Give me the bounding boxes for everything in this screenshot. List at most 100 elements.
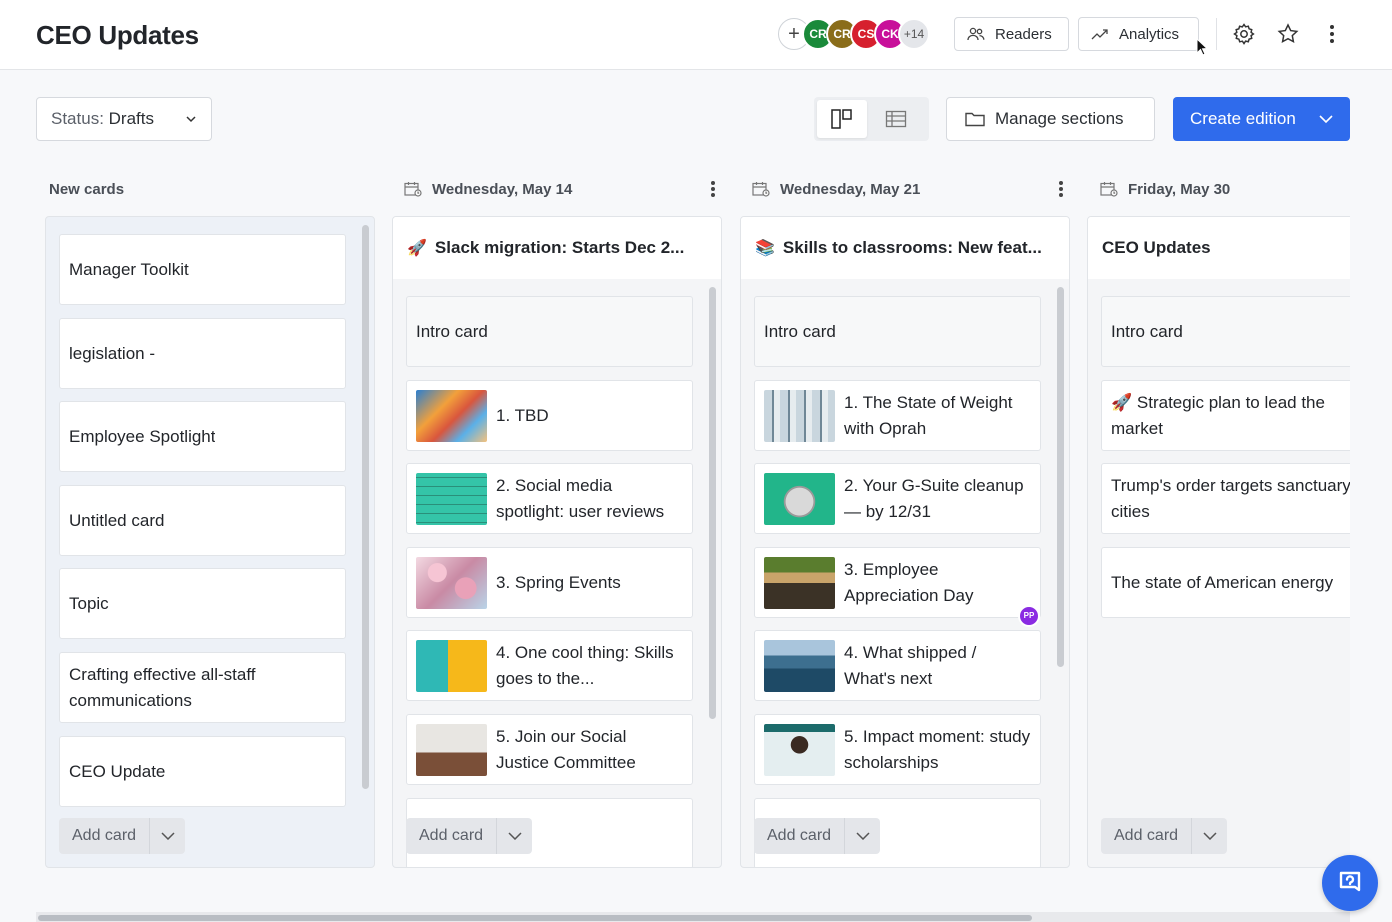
column-scrollbar[interactable] <box>709 287 716 719</box>
card[interactable]: 2. Social media spotlight: user reviews <box>406 463 693 534</box>
card[interactable]: 1. The State of Weight with Oprah <box>754 380 1041 451</box>
chevron-down-icon[interactable] <box>496 818 532 854</box>
column-scrollbar[interactable] <box>1057 287 1064 667</box>
view-toggle <box>814 97 929 141</box>
manage-sections-label: Manage sections <box>995 109 1124 128</box>
column-edition: 📚 Skills to classrooms: New feat... Intr… <box>740 216 1070 868</box>
kebab-menu-icon[interactable] <box>1058 180 1064 198</box>
edition-title[interactable]: 🚀 Slack migration: Starts Dec 2... <box>393 217 721 279</box>
add-card-button[interactable]: Add card <box>754 818 844 854</box>
card[interactable]: Manager Toolkit <box>59 234 346 305</box>
create-edition-label: Create edition <box>1190 109 1296 128</box>
star-icon[interactable] <box>1274 20 1302 48</box>
create-edition-button[interactable]: Create edition <box>1173 97 1350 141</box>
card[interactable]: Untitled card <box>59 485 346 556</box>
board-icon <box>831 109 853 129</box>
card[interactable]: 5. Join our Social Justice Committee <box>406 714 693 785</box>
top-bar: CEO Updates + CR CR CS CK +14 Readers An… <box>0 0 1392 70</box>
card-thumbnail <box>764 639 835 692</box>
intro-card[interactable]: Intro card <box>754 296 1041 367</box>
readers-label: Readers <box>995 25 1052 43</box>
column-header: Wednesday, May 21 <box>752 168 1070 210</box>
users-icon <box>967 27 985 41</box>
column-header: New cards <box>49 168 369 210</box>
mouse-cursor <box>1196 37 1209 61</box>
collaborator-avatars[interactable]: + CR CR CS CK +14 <box>778 18 930 50</box>
card[interactable]: 4. One cool thing: Skills goes to the... <box>406 630 693 701</box>
calendar-icon <box>1100 181 1118 197</box>
card[interactable]: Crafting effective all-staff communicati… <box>59 652 346 723</box>
card-thumbnail <box>416 389 487 442</box>
intro-card[interactable]: Intro card <box>406 296 693 367</box>
help-icon <box>1336 869 1364 897</box>
calendar-icon <box>404 181 422 197</box>
column-edition: 🚀 Slack migration: Starts Dec 2... Intro… <box>392 216 722 868</box>
column-scrollbar[interactable] <box>362 225 369 789</box>
card-thumbnail <box>764 472 835 525</box>
column-edition: CEO Updates Intro card 🚀 Strategic plan … <box>1087 216 1350 868</box>
page-title: CEO Updates <box>36 20 199 50</box>
card[interactable]: Trump's order targets sanctuary cities <box>1101 463 1350 534</box>
card-thumbnail <box>416 472 487 525</box>
kebab-menu-icon[interactable] <box>710 180 716 198</box>
readers-button[interactable]: Readers <box>954 17 1069 51</box>
edition-title[interactable]: CEO Updates <box>1088 217 1350 279</box>
card[interactable]: legislation - <box>59 318 346 389</box>
column-date: Wednesday, May 21 <box>780 180 921 198</box>
card[interactable]: Employee Spotlight <box>59 401 346 472</box>
add-card-control: Add card <box>1101 818 1228 854</box>
assignee-avatar[interactable]: PP <box>1018 605 1040 627</box>
add-card-button[interactable]: Add card <box>406 818 496 854</box>
status-value: Drafts <box>108 109 154 128</box>
board-horizontal-scrollbar[interactable] <box>36 912 1350 922</box>
intro-card[interactable]: Intro card <box>1101 296 1350 367</box>
column-date: Wednesday, May 14 <box>432 180 573 198</box>
card[interactable]: 🚀 Strategic plan to lead the market <box>1101 380 1350 451</box>
card[interactable]: 2. Your G-Suite cleanup — by 12/31 <box>754 463 1041 534</box>
analytics-button[interactable]: Analytics <box>1078 17 1199 51</box>
more-collaborators-count[interactable]: +14 <box>898 18 930 50</box>
card[interactable]: 1. TBD <box>406 380 693 451</box>
card-thumbnail <box>764 723 835 776</box>
add-card-control: Add card <box>59 818 186 854</box>
gear-icon[interactable] <box>1230 20 1258 48</box>
help-chat-button[interactable] <box>1322 855 1378 911</box>
add-card-control: Add card <box>754 818 881 854</box>
card[interactable]: 3. Spring Events <box>406 547 693 618</box>
card[interactable]: CEO Update <box>59 736 346 807</box>
card[interactable]: 3. Employee Appreciation Day PP <box>754 547 1041 627</box>
folder-icon <box>965 111 985 127</box>
edition-title[interactable]: 📚 Skills to classrooms: New feat... <box>741 217 1069 279</box>
chevron-down-icon <box>185 115 197 123</box>
chevron-down-icon[interactable] <box>149 818 185 854</box>
board-view-button[interactable] <box>817 100 867 138</box>
status-filter-dropdown[interactable]: Status: Drafts <box>36 97 212 141</box>
card[interactable]: The state of American energy <box>1101 547 1350 618</box>
scrollbar-thumb[interactable] <box>38 915 1032 921</box>
chevron-down-icon[interactable] <box>1318 114 1334 124</box>
card[interactable]: 4. What shipped / What's next <box>754 630 1041 701</box>
card-thumbnail <box>764 556 835 609</box>
card-thumbnail <box>416 723 487 776</box>
status-key: Status: <box>51 109 104 128</box>
card-thumbnail <box>416 556 487 609</box>
analytics-label: Analytics <box>1119 25 1180 43</box>
column-header-label: New cards <box>49 180 125 198</box>
add-card-button[interactable]: Add card <box>1101 818 1191 854</box>
card-thumbnail <box>416 639 487 692</box>
kebab-menu-icon[interactable] <box>1318 20 1346 48</box>
card[interactable]: Topic <box>59 568 346 639</box>
column-new-cards: Manager Toolkit legislation - Employee S… <box>45 216 375 868</box>
table-view-button[interactable] <box>871 100 921 138</box>
calendar-icon <box>752 181 770 197</box>
board: New cards Manager Toolkit legislation - … <box>36 168 1350 868</box>
divider <box>1216 18 1217 50</box>
add-card-control: Add card <box>406 818 533 854</box>
trend-icon <box>1091 28 1109 40</box>
column-header: Friday, May 30 <box>1100 168 1350 210</box>
chevron-down-icon[interactable] <box>844 818 880 854</box>
chevron-down-icon[interactable] <box>1191 818 1227 854</box>
manage-sections-button[interactable]: Manage sections <box>946 97 1155 141</box>
card[interactable]: 5. Impact moment: study scholarships <box>754 714 1041 785</box>
add-card-button[interactable]: Add card <box>59 818 149 854</box>
